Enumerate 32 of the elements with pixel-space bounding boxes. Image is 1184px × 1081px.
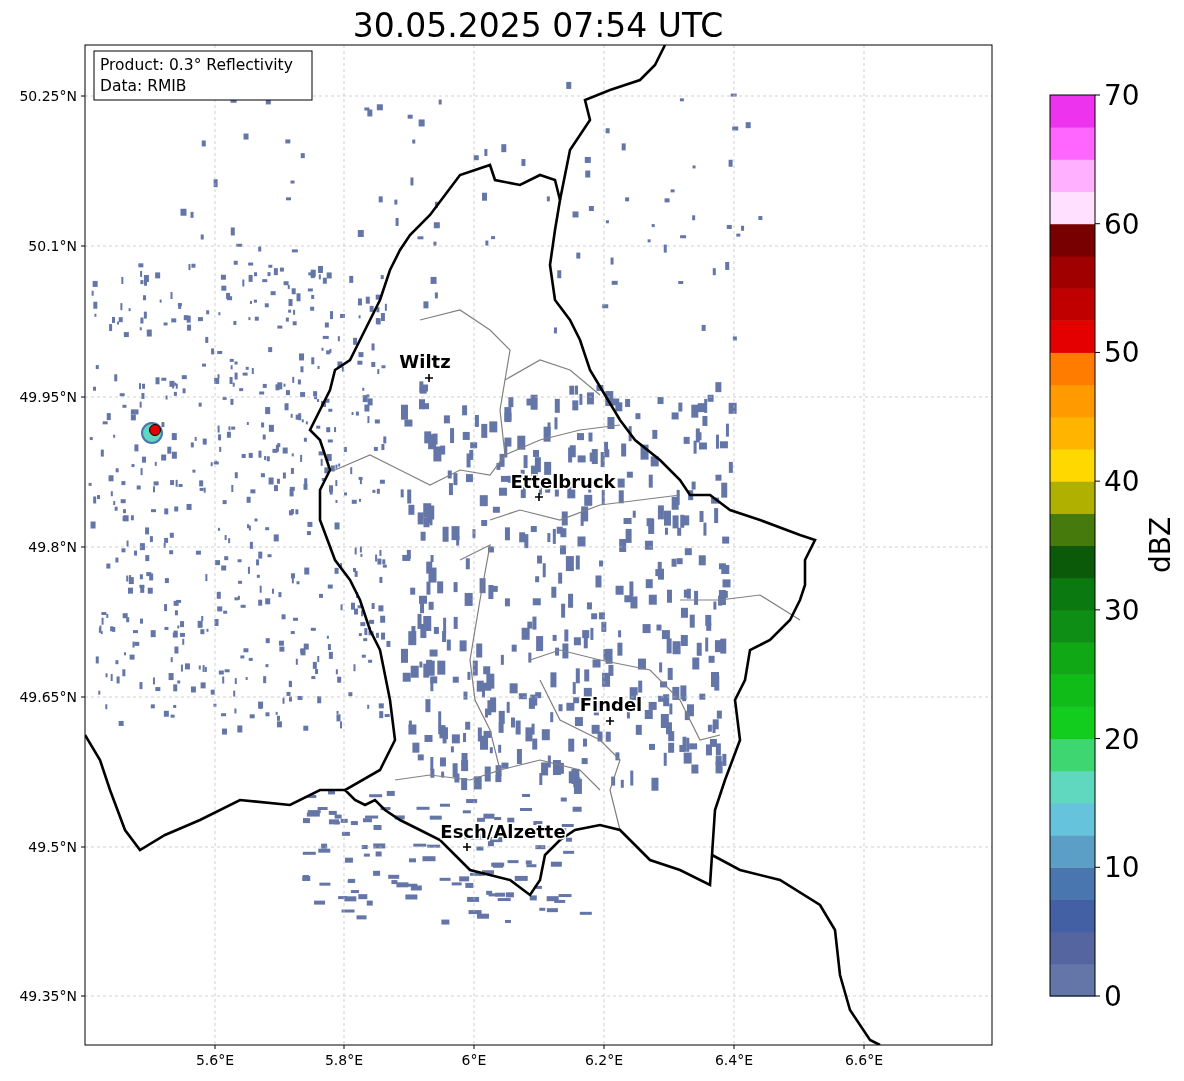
colorbar-tick-label: 10 xyxy=(1104,851,1140,885)
info-text: Product: 0.3° Reflectivity xyxy=(100,56,293,74)
latitude-tick-label: 49.8°N xyxy=(28,539,77,555)
colorbar-tick-label: 60 xyxy=(1104,207,1140,241)
colorbar-tick-label: 30 xyxy=(1104,593,1140,627)
latitude-tick-label: 49.35°N xyxy=(19,988,77,1004)
longitude-tick-label: 5.6°E xyxy=(195,1052,235,1068)
latitude-tick-label: 50.25°N xyxy=(19,88,77,104)
colorbar-tick-label: 70 xyxy=(1104,79,1140,112)
colorbar-label: dBZ xyxy=(1144,516,1177,574)
latitude-tick-label: 50.1°N xyxy=(28,238,77,254)
city-marker-icon xyxy=(534,492,544,502)
city-marker-icon xyxy=(424,373,434,383)
colorbar-tick-label: 20 xyxy=(1104,722,1140,756)
longitude-tick-label: 6.4°E xyxy=(714,1052,754,1068)
city-marker-icon xyxy=(605,716,615,726)
longitude-tick-label: 6.2°E xyxy=(584,1052,624,1068)
colorbar-tick-label: 40 xyxy=(1104,465,1140,499)
city-label: Esch/Alzette xyxy=(440,821,566,842)
longitude-tick-label: 6°E xyxy=(461,1052,487,1068)
longitude-tick-label: 6.6°E xyxy=(844,1052,884,1068)
chart-title: 30.05.2025 07:54 UTC xyxy=(352,6,724,45)
city-marker-icon xyxy=(462,842,472,852)
radar-site-icon xyxy=(141,422,163,444)
latitude-tick-label: 49.5°N xyxy=(28,839,77,855)
city-label: Wiltz xyxy=(399,351,451,372)
longitude-tick-label: 5.8°E xyxy=(324,1052,364,1068)
colorbar-tick-label: 0 xyxy=(1104,980,1122,1013)
latitude-tick-label: 49.65°N xyxy=(19,689,77,705)
latitude-tick-label: 49.95°N xyxy=(19,389,77,405)
colorbar-tick-label: 50 xyxy=(1104,336,1140,370)
info-text: Data: RMIB xyxy=(100,77,187,95)
